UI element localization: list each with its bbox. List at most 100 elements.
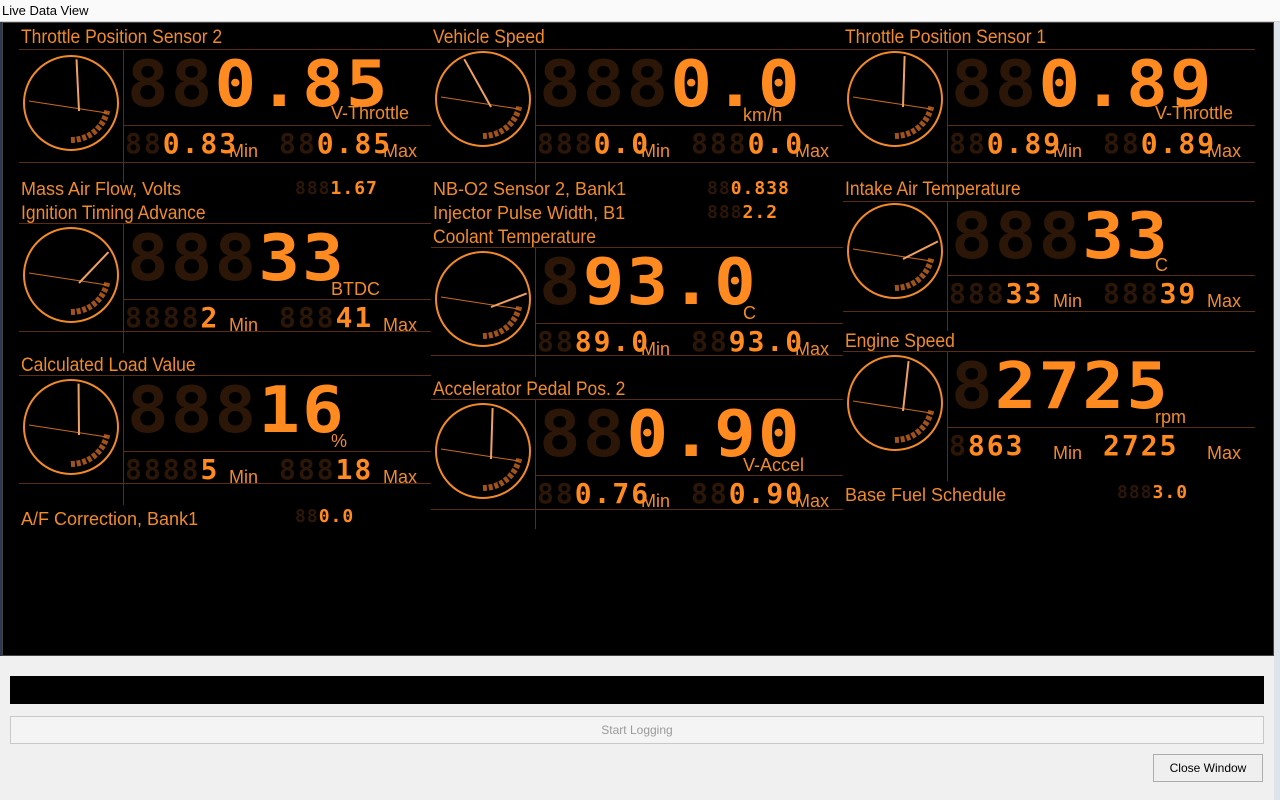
unit-label: km/h — [743, 105, 783, 125]
dial-gauge — [23, 227, 119, 323]
readout-value-injector: 8882.2 — [707, 202, 779, 223]
min-value: 880.89 — [949, 127, 1063, 160]
readout-label-af-correction: A/F Correction, Bank1 — [21, 509, 199, 529]
live-data-display: Throttle Position Sensor 2 880.85 V-Thro… — [2, 22, 1274, 656]
unit-label: V-Throttle — [331, 103, 410, 123]
gauge-tick — [90, 452, 98, 460]
gauge-tick — [498, 127, 505, 135]
gauge-tick — [493, 330, 500, 338]
gauge-tick — [101, 439, 109, 446]
gauge-tick — [914, 124, 922, 132]
gauge-tick — [81, 134, 88, 142]
gauge-tick — [925, 263, 933, 270]
gauge-tick — [918, 424, 927, 432]
dial-gauge — [435, 403, 531, 499]
gauge-tick — [90, 128, 98, 136]
gauge-tick — [510, 467, 518, 475]
gauge-reference-needle — [28, 424, 108, 438]
readout-value-base-fuel: 8883.0 — [1117, 482, 1189, 503]
gauge-tick — [498, 479, 505, 487]
gauge-tick — [513, 311, 521, 318]
min-value: 8863 — [949, 429, 1025, 462]
min-value: 88882 — [125, 301, 220, 334]
min-value: 8889.0 — [537, 325, 651, 358]
unit-label: BTDC — [331, 279, 380, 299]
min-label: Min — [229, 467, 259, 487]
start-logging-button[interactable]: Start Logging — [10, 716, 1264, 744]
gauge-tick — [90, 300, 98, 308]
gauge-title: Intake Air Temperature — [845, 179, 1021, 200]
gauge-needle — [490, 408, 494, 460]
gauge-tick — [918, 120, 927, 128]
gauge-reference-needle — [28, 100, 108, 114]
unit-label: % — [331, 431, 348, 451]
min-label: Min — [229, 315, 259, 335]
min-label: Min — [1053, 443, 1083, 463]
gauge-tick — [910, 431, 917, 439]
title-bar: Live Data View — [0, 0, 1280, 22]
dial-gauge — [847, 203, 943, 299]
logging-progress-bar — [10, 676, 1264, 704]
gauge-tick — [98, 443, 106, 451]
dial-gauge — [435, 251, 531, 347]
gauge-reference-needle — [440, 96, 520, 110]
gauge-title: Engine Speed — [845, 331, 955, 352]
gauge-tick — [914, 276, 922, 284]
gauge-reference-needle — [852, 400, 932, 414]
gauge-tick — [94, 448, 103, 456]
max-value: 8893.0 — [691, 325, 805, 358]
max-label: Max — [1207, 291, 1242, 311]
gauge-tick — [86, 303, 93, 311]
readout-label-o2: NB-O2 Sensor 2, Bank1 — [433, 179, 627, 199]
unit-label: V-Throttle — [1155, 103, 1234, 123]
dial-gauge — [847, 355, 943, 451]
unit-label: C — [1155, 255, 1168, 275]
gauge-tick — [98, 119, 106, 127]
gauge-tick — [918, 272, 927, 280]
gauge-tick — [98, 291, 106, 299]
readout-value-maf: 8881.67 — [295, 178, 378, 199]
gauge-tick — [76, 307, 82, 315]
gauge-reference-needle — [28, 272, 108, 286]
footer-panel: Start Logging Close Window — [0, 656, 1274, 800]
gauge-tick — [493, 482, 500, 490]
gauge-face — [28, 59, 111, 144]
unit-label: C — [743, 303, 756, 323]
gauge-tick — [914, 428, 922, 436]
gauge-tick — [910, 279, 917, 287]
gauge-face — [852, 56, 935, 140]
readout-label-injector: Injector Pulse Width, B1 — [433, 203, 626, 223]
gauge-tick — [488, 483, 494, 491]
readout-value-o2: 880.838 — [707, 178, 790, 199]
min-label: Min — [1053, 141, 1083, 161]
window-edge — [1274, 22, 1280, 800]
gauge-tick — [922, 267, 930, 275]
gauge-face — [440, 292, 528, 340]
gauge-needle — [902, 56, 906, 108]
gauge-tick — [900, 435, 906, 443]
gauge-face — [28, 383, 111, 468]
primary-value: 88816 — [127, 374, 346, 448]
gauge-needle — [490, 292, 528, 308]
dial-gauge — [23, 55, 119, 151]
min-label: Min — [641, 141, 671, 161]
gauge-tick — [94, 296, 103, 304]
gauge-tick — [922, 419, 930, 427]
dial-gauge — [23, 379, 119, 475]
min-value: 88885 — [125, 453, 220, 486]
gauge-tick — [506, 472, 515, 480]
gauge-tick — [101, 115, 109, 122]
max-value: 880.89 — [1103, 127, 1217, 160]
gauge-panel-vehicle-speed: Vehicle Speed 8880.0 km/h 8880.0 Min 888… — [431, 27, 843, 183]
max-value: 8880.0 — [691, 127, 805, 160]
dial-gauge — [847, 51, 943, 147]
gauge-panel-engine-speed: Engine Speed 82725 rpm 8863 Min 2725 Max — [843, 331, 1255, 481]
min-label: Min — [1053, 291, 1083, 311]
close-window-button[interactable]: Close Window — [1153, 754, 1263, 782]
gauge-face — [28, 251, 111, 316]
gauge-tick — [94, 124, 103, 132]
gauge-tick — [510, 315, 518, 323]
gauge-panel-coolant-temp: Coolant Temperature 893.0 C 8889.0 Min 8… — [431, 227, 843, 377]
gauge-tick — [905, 282, 912, 290]
window-title: Live Data View — [2, 3, 89, 18]
